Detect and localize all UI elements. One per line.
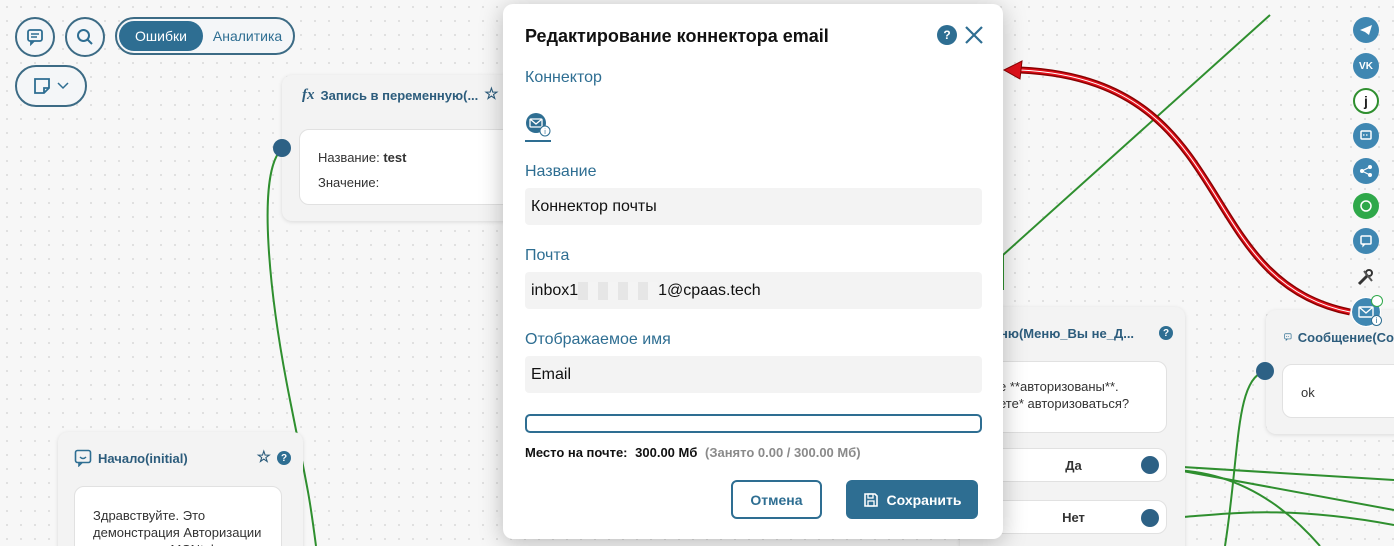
help-icon[interactable]: ? <box>937 25 957 45</box>
share-icon <box>1360 165 1372 177</box>
edit-connector-dialog: Редактирование коннектора email ? Коннек… <box>503 4 1003 539</box>
email-label: Почта <box>525 247 570 264</box>
close-icon[interactable] <box>963 24 985 46</box>
vk-channel[interactable]: VK <box>1353 53 1379 79</box>
comments-button[interactable] <box>15 17 55 57</box>
help-icon[interactable]: ? <box>277 451 291 465</box>
search-icon <box>77 29 93 45</box>
node-title: Начало(initial) <box>98 450 188 466</box>
chat-icon <box>1284 333 1292 342</box>
jivo-icon: j <box>1364 93 1368 109</box>
option-label: Да <box>1065 457 1082 473</box>
connector-label: Коннектор <box>525 69 602 86</box>
name-field[interactable]: Коннектор почты <box>525 188 982 225</box>
chat-channel[interactable] <box>1353 123 1379 149</box>
node-port[interactable] <box>1141 456 1159 474</box>
node-message-text: ok <box>1301 385 1315 400</box>
node-port[interactable] <box>273 139 291 157</box>
whatsapp-channel[interactable] <box>1353 193 1379 219</box>
save-button[interactable]: Сохранить <box>846 480 978 519</box>
storage-used: (Занято 0.00 / 300.00 Мб) <box>705 445 861 460</box>
node-message[interactable]: Сообщение(Со ok <box>1266 310 1394 434</box>
whatsapp-icon <box>1360 200 1372 212</box>
option-yes[interactable]: Да <box>980 448 1167 482</box>
dialog-title: Редактирование коннектора email <box>525 26 829 46</box>
email-suffix: 1@cpaas.tech <box>658 281 761 299</box>
display-name-label: Отображаемое имя <box>525 331 671 348</box>
chevron-down-icon <box>57 82 69 90</box>
node-title: ню(Меню_Вы не_Д... <box>1000 325 1135 341</box>
option-label: Нет <box>1062 509 1085 525</box>
connection-line <box>1149 511 1394 526</box>
connection-line <box>1002 14 1271 256</box>
save-icon <box>863 492 878 507</box>
node-message-line: е **авторизованы**. <box>999 379 1119 394</box>
tools-icon <box>1357 269 1373 286</box>
value-label: Значение: <box>318 175 380 190</box>
storage-info: Место на почте: 300.00 Мб (Занято 0.00 /… <box>525 445 861 460</box>
redacted-text <box>578 281 659 300</box>
node-start[interactable]: Начало(initial) ☆ ? Здравствуйте. Это де… <box>58 432 303 546</box>
connection-line <box>1224 370 1266 546</box>
cancel-button[interactable]: Отмена <box>731 480 822 519</box>
tools-channel[interactable] <box>1353 264 1379 290</box>
sms-channel[interactable] <box>1353 228 1379 254</box>
star-icon[interactable]: ☆ <box>484 87 498 103</box>
save-label: Сохранить <box>886 491 962 508</box>
node-variable[interactable]: fx Запись в переменную(... ☆ Название: t… <box>282 75 522 221</box>
search-button[interactable] <box>65 17 105 57</box>
comment-icon <box>27 29 43 46</box>
storage-value: 300.00 Мб <box>635 445 698 460</box>
email-icon: i <box>525 113 551 142</box>
sms-icon <box>1360 235 1372 248</box>
storage-progress-bar <box>525 414 982 433</box>
tab-analytics[interactable]: Аналитика <box>203 28 282 44</box>
check-icon <box>1371 295 1383 307</box>
jivo-channel[interactable]: j <box>1353 88 1379 114</box>
tab-errors[interactable]: Ошибки <box>119 21 203 51</box>
node-message-text: Здравствуйте. Это демонстрация Авторизац… <box>93 508 262 546</box>
node-port[interactable] <box>1141 509 1159 527</box>
name-value: test <box>383 150 407 165</box>
telegram-channel[interactable] <box>1353 17 1379 43</box>
star-icon[interactable]: ☆ <box>257 450 271 466</box>
storage-label: Место на почте: <box>525 445 628 460</box>
chat-icon <box>1360 130 1372 140</box>
name-label: Название <box>525 163 597 180</box>
vk-icon: VK <box>1359 60 1373 72</box>
email-prefix: inbox1 <box>531 281 579 299</box>
connector-type-email[interactable]: i <box>525 112 551 142</box>
cancel-label: Отмена <box>750 491 803 508</box>
name-field-value: Коннектор почты <box>531 197 657 215</box>
view-toggle: Ошибки Аналитика <box>115 17 295 55</box>
display-name-field[interactable]: Email <box>525 356 982 393</box>
node-title: Запись в переменную(... <box>320 87 479 103</box>
option-no[interactable]: Нет <box>980 500 1167 534</box>
chat-smile-icon <box>74 449 92 467</box>
name-label: Название: <box>318 150 380 165</box>
sticky-note-icon <box>34 78 50 94</box>
node-message-line: ете* авторизоваться? <box>999 396 1130 411</box>
info-icon: i <box>1371 315 1382 326</box>
node-title: Сообщение(Со <box>1297 329 1394 345</box>
email-field[interactable]: inbox1 1@cpaas.tech <box>525 272 982 309</box>
node-port[interactable] <box>1256 362 1274 380</box>
sticky-note-dropdown[interactable] <box>15 65 87 107</box>
help-icon[interactable]: ? <box>1159 326 1173 340</box>
function-icon: fx <box>302 86 315 103</box>
telegram-icon <box>1360 25 1372 35</box>
share-channel[interactable] <box>1353 158 1379 184</box>
display-name-value: Email <box>531 365 572 383</box>
